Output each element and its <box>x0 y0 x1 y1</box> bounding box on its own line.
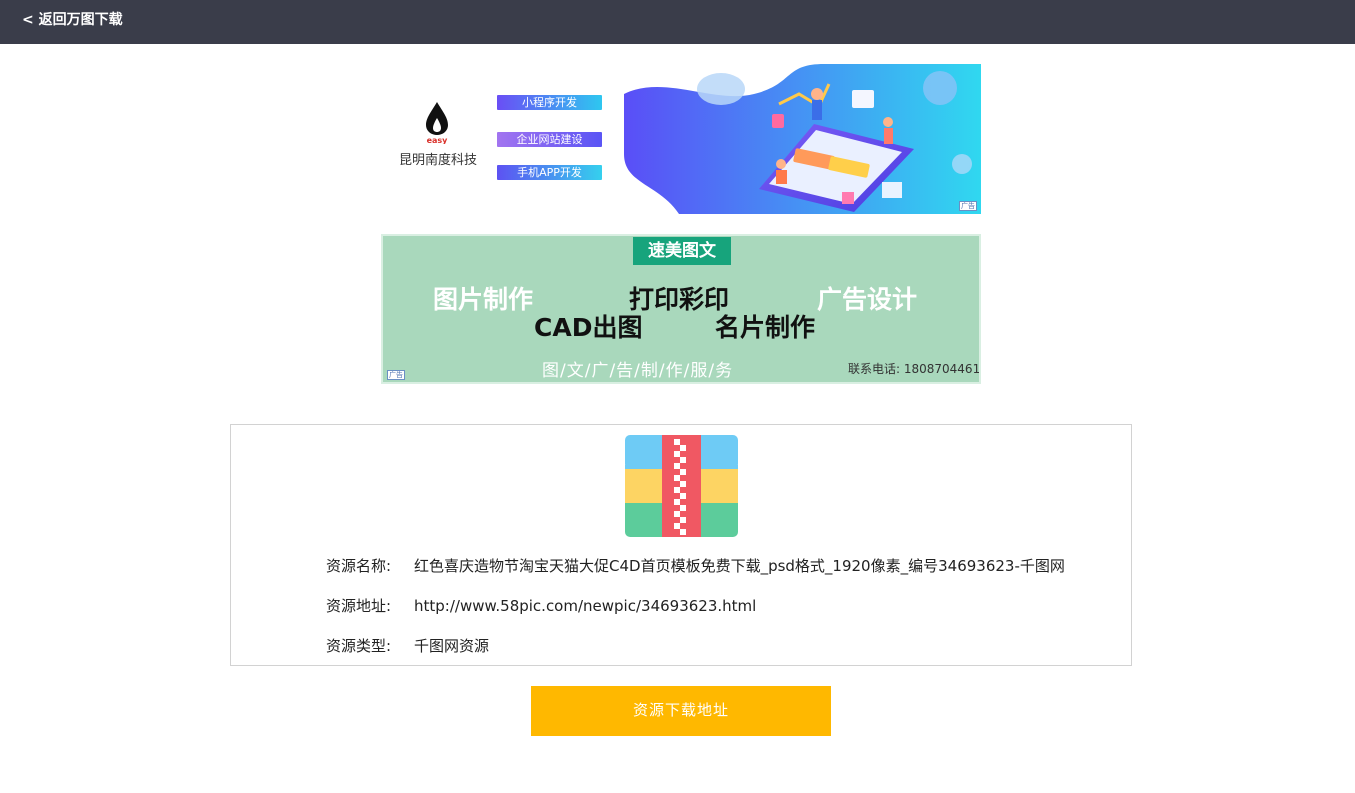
ad-banner-print-services[interactable]: 速美图文 图片制作 打印彩印 广告设计 CAD出图 名片制作 图/文/广/告/制… <box>381 234 981 384</box>
zip-archive-icon <box>625 435 738 537</box>
back-link[interactable]: < 返回万图下载 <box>22 11 123 29</box>
resource-type-label: 资源类型: <box>326 637 392 655</box>
resource-url-value[interactable]: http://www.58pic.com/newpic/34693623.htm… <box>414 597 756 615</box>
ad-label: 广告 <box>959 201 977 211</box>
resource-type-row: 资源类型: 千图网资源 <box>326 636 489 656</box>
mobile-app-illustration <box>624 64 981 214</box>
resource-type-value: 千图网资源 <box>414 637 490 655</box>
ad-label: 广告 <box>387 370 405 380</box>
ad-brand-badge: 速美图文 <box>633 237 731 265</box>
resource-name-row: 资源名称: 红色喜庆造物节淘宝天猫大促C4D首页模板免费下载_psd格式_1920… <box>326 556 1065 576</box>
ad-service-pill: 小程序开发 <box>497 95 602 110</box>
svg-text:easy: easy <box>427 136 449 144</box>
ad-service-text: 广告设计 <box>817 285 918 314</box>
ad-slogan: 图/文/广/告/制/作/服/务 <box>542 361 734 381</box>
resource-name-value: 红色喜庆造物节淘宝天猫大促C4D首页模板免费下载_psd格式_1920像素_编号… <box>414 557 1065 575</box>
resource-url-label: 资源地址: <box>326 597 392 615</box>
flame-logo-icon: easy <box>426 102 449 144</box>
ad-service-text: CAD出图 <box>534 313 643 342</box>
ad-service-text: 图片制作 <box>433 285 534 314</box>
ad-banner-dev-services[interactable]: easy 昆明南度科技 小程序开发 企业网站建设 手机APP开发 广告 <box>381 64 981 214</box>
ad-service-pill: 企业网站建设 <box>497 132 602 147</box>
resource-url-row: 资源地址: http://www.58pic.com/newpic/3469362… <box>326 596 756 616</box>
ad-company-name: 昆明南度科技 <box>399 153 478 168</box>
ad-phone: 联系电话: 18087044610 <box>848 362 981 376</box>
resource-info-card: 资源名称: 红色喜庆造物节淘宝天猫大促C4D首页模板免费下载_psd格式_1920… <box>230 424 1132 666</box>
ad-service-text: 名片制作 <box>715 313 816 342</box>
download-button[interactable]: 资源下载地址 <box>531 686 831 736</box>
top-bar: < 返回万图下载 <box>0 0 1355 44</box>
resource-name-label: 资源名称: <box>326 557 392 575</box>
ad-service-text: 打印彩印 <box>629 285 730 314</box>
ad-service-pill: 手机APP开发 <box>497 165 602 180</box>
